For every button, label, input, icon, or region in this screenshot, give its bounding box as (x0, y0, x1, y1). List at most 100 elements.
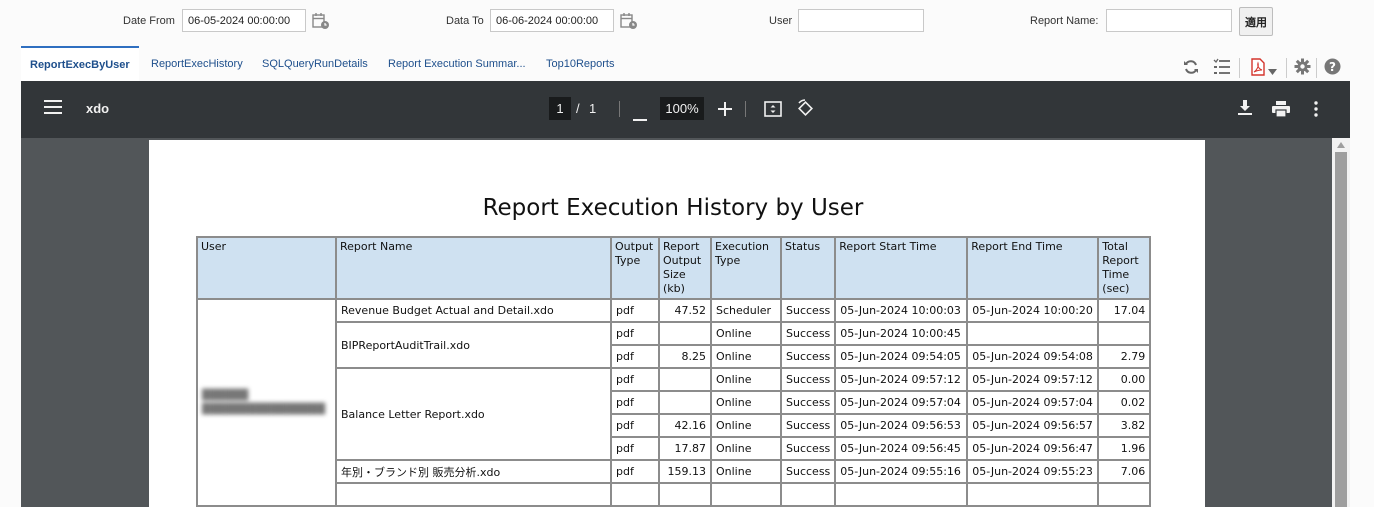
date-to-input[interactable] (490, 9, 614, 32)
table-header-row: User Report Name Output Type Report Outp… (196, 236, 1152, 300)
total-time-cell: 0.00 (1097, 367, 1152, 392)
start-time-cell: 05-Jun-2024 09:56:53 (834, 413, 969, 438)
report-name-label: Report Name: (1030, 15, 1099, 27)
tab-top10-reports[interactable]: Top10Reports (546, 46, 615, 81)
zoom-level-input[interactable]: 100% (660, 97, 704, 120)
status-cell: Success (779, 413, 837, 438)
rotate-icon[interactable] (796, 99, 815, 123)
output-type-cell: pdf (610, 459, 660, 484)
output-size-cell: 47.52 (658, 298, 712, 323)
end-time-cell: 05-Jun-2024 09:57:04 (966, 390, 1100, 415)
pdf-icon[interactable] (1250, 58, 1266, 76)
output-size-cell (658, 321, 712, 346)
end-time-cell (966, 321, 1100, 346)
status-cell: Success (779, 298, 837, 323)
download-icon[interactable] (1238, 100, 1252, 121)
report-tabs: ReportExecByUser ReportExecHistory SQLQu… (21, 46, 1350, 81)
column-header: Report End Time (966, 236, 1100, 300)
total-time-cell: 2.79 (1097, 344, 1152, 369)
user-input[interactable] (798, 9, 924, 32)
zoom-out-icon[interactable] (633, 108, 647, 126)
column-header: User (196, 236, 337, 300)
output-size-cell (658, 367, 712, 392)
toolbar-divider (745, 101, 746, 117)
total-time-cell: 1.96 (1097, 436, 1152, 461)
help-icon[interactable]: ? (1324, 58, 1341, 76)
tab-report-exec-history[interactable]: ReportExecHistory (151, 46, 243, 81)
total-time-cell: 17.04 (1097, 298, 1152, 323)
status-cell: Success (779, 344, 837, 369)
total-time-cell: 3.82 (1097, 413, 1152, 438)
date-from-input[interactable] (182, 9, 306, 32)
toolbar-divider (619, 101, 620, 117)
table-row: BIPReportAuditTrail.xdo pdf Online Succe… (197, 321, 1152, 369)
settings-icon[interactable] (1294, 58, 1311, 76)
tab-report-exec-by-user[interactable]: ReportExecByUser (21, 46, 139, 81)
report-table: User Report Name Output Type Report Outp… (196, 236, 1152, 507)
start-time-cell: 05-Jun-2024 09:55:16 (834, 459, 969, 484)
more-icon[interactable] (1314, 101, 1318, 122)
output-type-cell: pdf (610, 367, 660, 392)
status-cell: Success (779, 459, 837, 484)
start-time-cell: 05-Jun-2024 10:00:45 (834, 321, 969, 346)
end-time-cell: 05-Jun-2024 09:56:47 (966, 436, 1100, 461)
output-size-cell: 8.25 (658, 344, 712, 369)
status-cell: Success (779, 390, 837, 415)
redacted-user-name: ██████ ████████████████ (202, 389, 326, 415)
apply-button[interactable]: 適用 (1239, 7, 1273, 36)
total-time-cell: 0.02 (1097, 390, 1152, 415)
start-time-cell: 05-Jun-2024 10:00:03 (834, 298, 969, 323)
status-cell: Success (779, 367, 837, 392)
scrollbar-thumb[interactable] (1335, 152, 1347, 507)
parameter-bar: Date From Data To User Report Name: 適用 (0, 0, 1374, 44)
refresh-icon[interactable] (1182, 58, 1200, 76)
output-type-cell: pdf (610, 298, 660, 323)
report-name-input[interactable] (1106, 9, 1232, 32)
execution-type-cell: Online (710, 436, 782, 461)
report-name-cell: Revenue Budget Actual and Detail.xdo (335, 298, 612, 323)
table-row-partial (197, 482, 1152, 507)
report-name-cell: 年別・ブランド別 販売分析.xdo (335, 459, 612, 484)
print-icon[interactable] (1272, 101, 1290, 122)
status-cell: Success (779, 436, 837, 461)
pdf-viewer: xdo 1 / 1 100% Report Execution History … (21, 81, 1350, 507)
column-header: Report Name (335, 236, 612, 300)
tab-report-execution-summary[interactable]: Report Execution Summar... (388, 46, 526, 81)
end-time-cell: 05-Jun-2024 09:55:23 (966, 459, 1100, 484)
vertical-scrollbar[interactable] (1332, 138, 1350, 507)
start-time-cell: 05-Jun-2024 09:56:45 (834, 436, 969, 461)
calendar-icon[interactable] (312, 12, 330, 30)
total-pages: 1 (589, 101, 597, 116)
user-cell: ██████ ████████████████ (196, 298, 337, 507)
report-name-cell: Balance Letter Report.xdo (335, 367, 612, 461)
end-time-cell: 05-Jun-2024 09:56:57 (966, 413, 1100, 438)
execution-type-cell: Online (710, 390, 782, 415)
output-type-cell: pdf (610, 344, 660, 369)
zoom-in-icon[interactable] (718, 102, 732, 121)
table-row: ██████ ████████████████ Revenue Budget Ac… (196, 298, 1152, 507)
execution-type-cell: Online (710, 344, 782, 369)
menu-icon[interactable] (44, 100, 62, 119)
end-time-cell: 05-Jun-2024 09:57:12 (966, 367, 1100, 392)
toolbar-divider (1286, 58, 1287, 78)
table-row: 年別・ブランド別 販売分析.xdo pdf 159.13 Online Succ… (197, 459, 1152, 484)
list-icon[interactable] (1213, 58, 1231, 76)
date-from-label: Date From (123, 15, 175, 27)
end-time-cell: 05-Jun-2024 09:54:08 (966, 344, 1100, 369)
tab-sql-query-run-details[interactable]: SQLQueryRunDetails (262, 46, 368, 81)
status-cell: Success (779, 321, 837, 346)
column-header: Execution Type (710, 236, 782, 300)
output-type-cell: pdf (610, 436, 660, 461)
column-header: Report Output Size (kb) (658, 236, 712, 300)
execution-type-cell: Scheduler (710, 298, 782, 323)
calendar-icon[interactable] (620, 12, 638, 30)
execution-type-cell: Online (710, 367, 782, 392)
fit-page-icon[interactable] (764, 100, 782, 123)
column-header: Status (779, 236, 837, 300)
dropdown-arrow-icon[interactable] (1268, 63, 1277, 81)
total-time-cell (1097, 321, 1152, 346)
output-size-cell (658, 390, 712, 415)
page-number-input[interactable]: 1 (549, 97, 571, 120)
output-type-cell: pdf (610, 321, 660, 346)
start-time-cell: 05-Jun-2024 09:57:04 (834, 390, 969, 415)
